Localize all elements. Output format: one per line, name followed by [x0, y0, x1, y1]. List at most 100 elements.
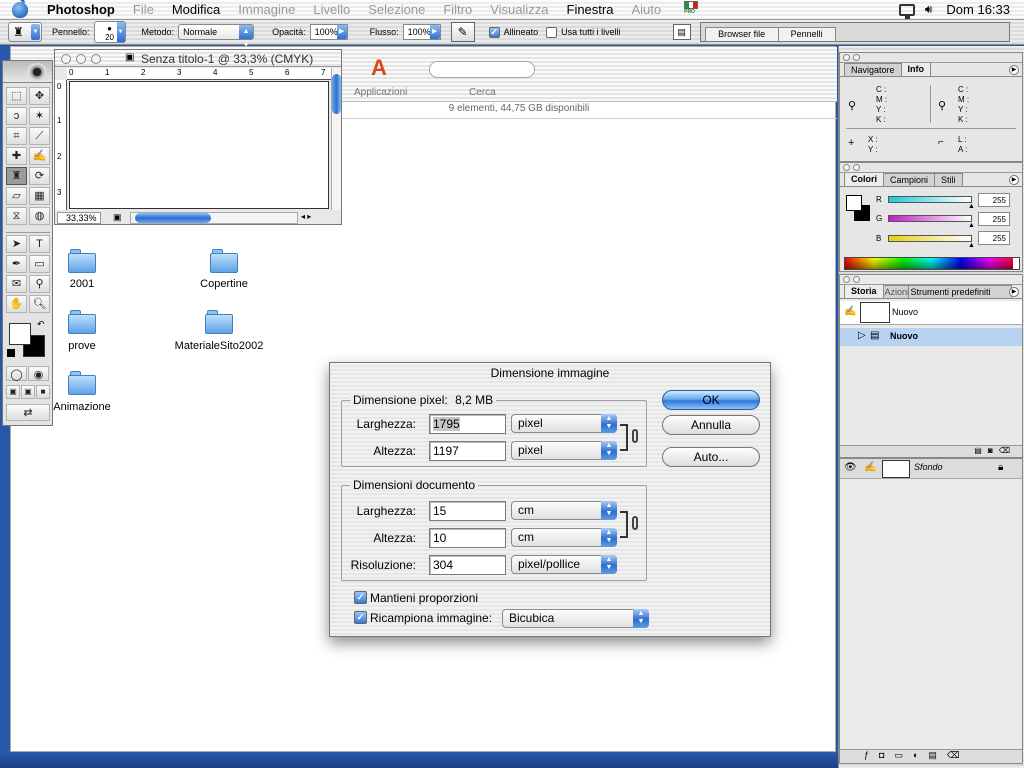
doc-height-field[interactable]: 10 [429, 528, 506, 548]
type-tool-icon[interactable]: T [29, 235, 50, 253]
tab-navigator[interactable]: Navigatore [844, 63, 902, 76]
palette-titlebar[interactable] [840, 275, 1022, 285]
constrain-proportions-label[interactable]: Mantieni proporzioni [370, 591, 478, 605]
folder-icon[interactable] [68, 310, 96, 334]
pen-tool-icon[interactable]: ✒ [6, 255, 27, 273]
folder-icon[interactable] [68, 371, 96, 395]
value-field-g[interactable]: 255 [978, 212, 1010, 226]
slider-thumb[interactable]: ▲ [968, 222, 975, 229]
pixel-height-field[interactable]: 1197 [429, 441, 506, 461]
screen-mode-full-menu-icon[interactable]: ▣ [21, 385, 35, 399]
slice-tool-icon[interactable]: ⟋ [29, 127, 50, 145]
eyedropper-icon[interactable]: ⚲ [29, 275, 50, 293]
ok-button[interactable]: OK [662, 390, 760, 410]
menu-livello[interactable]: Livello [304, 2, 359, 17]
foreground-color-swatch[interactable] [9, 323, 31, 345]
tab-colori[interactable]: Colori [844, 172, 884, 186]
shape-tool-icon[interactable]: ▭ [29, 255, 50, 273]
resolution-field[interactable]: 304 [429, 555, 506, 575]
folder-label[interactable]: MaterialeSito2002 [159, 340, 279, 352]
magic-wand-icon[interactable]: ✶ [29, 107, 50, 125]
adobe-eye-icon[interactable] [27, 63, 47, 81]
gradient-tool-icon[interactable]: ▦ [29, 187, 50, 205]
resolution-unit-select[interactable]: pixel/pollice ▲ ▼ [511, 555, 617, 574]
menu-immagine[interactable]: Immagine [229, 2, 304, 17]
eye-icon[interactable]: 👁︎ [844, 462, 857, 473]
tab-storia[interactable]: Storia [844, 284, 884, 298]
menu-app-name[interactable]: Photoshop [38, 2, 124, 17]
horizontal-ruler[interactable]: 0 1 2 3 4 5 6 7 [67, 68, 331, 80]
foreground-color-swatch[interactable] [846, 195, 862, 211]
tab-strumenti-predefiniti[interactable]: Strumenti predefiniti [907, 285, 1012, 298]
slider-thumb[interactable]: ▲ [968, 203, 975, 210]
history-snapshot-row[interactable]: ✍ Nuovo [840, 301, 1022, 325]
standard-mode-icon[interactable]: ◯ [6, 366, 27, 381]
flow-field[interactable]: 100% ▶ [402, 24, 441, 40]
folder-icon[interactable] [210, 249, 238, 273]
info-popup-icon[interactable]: ▣ [113, 212, 122, 223]
opacity-field[interactable]: 100% ▶ [309, 24, 348, 40]
well-tab-browser[interactable]: Browser file [704, 27, 779, 41]
jump-to-imageready-icon[interactable]: ⇄ [6, 404, 50, 421]
canvas[interactable] [69, 81, 329, 209]
toolbox-header[interactable] [3, 61, 52, 83]
trash-icon[interactable]: ⌫ [999, 446, 1016, 455]
cancel-button[interactable]: Annulla [662, 415, 760, 435]
menu-selezione[interactable]: Selezione [359, 2, 434, 17]
clone-stamp-icon[interactable]: ♜ [6, 167, 27, 185]
slider-b[interactable] [888, 235, 972, 242]
palette-menu-icon[interactable]: ▶ [1009, 65, 1019, 75]
apple-menu-icon[interactable] [12, 0, 28, 18]
color-ramp[interactable] [844, 257, 1020, 270]
pixel-width-unit-select[interactable]: pixel ▲ ▼ [511, 414, 617, 433]
brush-picker[interactable]: ● 20 ▼ [93, 21, 126, 43]
palette-menu-icon[interactable]: ▶ [1009, 287, 1019, 297]
menu-modifica[interactable]: Modifica [163, 2, 229, 17]
palette-menu-icon[interactable]: ▶ [1009, 175, 1019, 185]
default-colors-icon[interactable] [7, 349, 15, 357]
applications-label[interactable]: Applicazioni [354, 87, 407, 98]
dodge-tool-icon[interactable]: ◍ [29, 207, 50, 225]
well-tab-pennelli[interactable]: Pennelli [777, 27, 836, 41]
value-field-b[interactable]: 255 [978, 231, 1010, 245]
doc-width-field[interactable]: 15 [429, 501, 506, 521]
vertical-scrollbar[interactable] [331, 68, 341, 210]
applications-icon[interactable]: A [371, 55, 387, 81]
menu-visualizza[interactable]: Visualizza [481, 2, 557, 17]
crop-tool-icon[interactable]: ⌗ [6, 127, 27, 145]
mode-select[interactable]: Normale▲▼ [178, 24, 255, 49]
menu-finestra[interactable]: Finestra [558, 2, 623, 17]
blur-tool-icon[interactable]: ⧖ [6, 207, 27, 225]
menu-aiuto[interactable]: Aiuto [622, 2, 670, 17]
slider-r[interactable] [888, 196, 972, 203]
menu-file[interactable]: File [124, 2, 163, 17]
tab-azioni[interactable]: Azioni [882, 285, 909, 298]
resample-method-select[interactable]: Bicubica ▲ ▼ [502, 609, 649, 628]
notes-tool-icon[interactable]: ✉ [6, 275, 27, 293]
slider-thumb[interactable]: ▲ [968, 242, 975, 249]
pixel-height-unit-select[interactable]: pixel ▲ ▼ [511, 441, 617, 460]
folder-icon[interactable] [68, 249, 96, 273]
history-brush-source-icon[interactable]: ✍ [844, 306, 856, 317]
history-state-row[interactable]: ▷ ▤ Nuovo [840, 328, 1022, 346]
doc-height-unit-select[interactable]: cm ▲ ▼ [511, 528, 617, 547]
doc-width-unit-select[interactable]: cm ▲ ▼ [511, 501, 617, 520]
zoom-tool-icon[interactable]: 🔍︎ [29, 295, 50, 313]
document-titlebar[interactable]: ▣ Senza titolo-1 @ 33,3% (CMYK) [55, 50, 341, 67]
new-document-from-state-icon[interactable]: ▤ [974, 446, 988, 455]
quickmask-mode-icon[interactable]: ◉ [28, 366, 49, 381]
zoom-field[interactable]: 33,33% [57, 212, 101, 224]
new-snapshot-icon[interactable]: ◙ [988, 446, 999, 455]
palette-titlebar[interactable] [840, 163, 1022, 173]
tab-stili[interactable]: Stili [934, 173, 963, 186]
constrain-proportions-checkbox[interactable]: ✓ [354, 591, 367, 604]
palette-titlebar[interactable] [840, 53, 1022, 63]
resample-label[interactable]: Ricampiona immagine: [370, 611, 492, 625]
mask-icon[interactable]: ◘ [879, 750, 894, 760]
aligned-checkbox[interactable]: ✓ [488, 26, 500, 38]
layer-set-icon[interactable]: ▭ [894, 750, 913, 760]
search-input[interactable] [429, 61, 535, 78]
history-brush-icon[interactable]: ⟳ [29, 167, 50, 185]
scroll-thumb[interactable] [135, 213, 211, 223]
marquee-tool-icon[interactable]: ⬚ [6, 87, 27, 105]
